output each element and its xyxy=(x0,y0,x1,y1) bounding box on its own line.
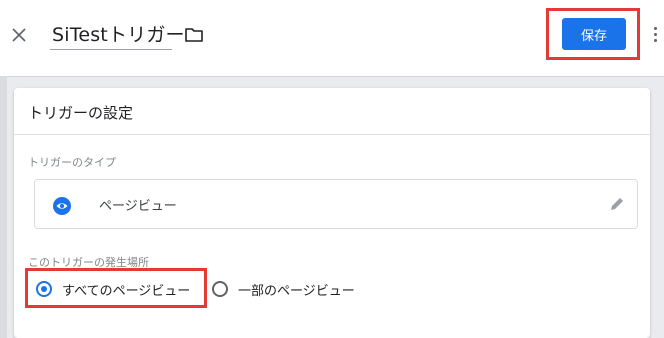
trigger-type-label: トリガーのタイプ xyxy=(28,156,116,169)
trigger-name[interactable]: SiTestトリガー xyxy=(52,20,185,47)
eye-icon xyxy=(53,197,71,215)
trigger-type-name: ページビュー xyxy=(99,199,177,214)
more-menu-button[interactable] xyxy=(650,22,660,46)
trigger-config-card: トリガーの設定 トリガーのタイプ ページビュー このトリガーの発生場所 すべての… xyxy=(14,88,650,338)
trigger-type-selector[interactable]: ページビュー xyxy=(34,179,638,229)
pencil-icon xyxy=(611,198,623,210)
more-dot xyxy=(653,32,657,36)
radio-unchecked-icon[interactable] xyxy=(212,281,228,297)
radio-some-label: 一部のページビュー xyxy=(238,283,355,299)
folder-button[interactable] xyxy=(184,26,204,44)
top-bar: SiTestトリガー 保存 xyxy=(0,0,664,77)
more-vert-icon xyxy=(653,26,657,30)
close-icon xyxy=(12,28,26,42)
save-button[interactable]: 保存 xyxy=(562,18,626,50)
radio-some-pageviews[interactable]: 一部のページビュー xyxy=(212,280,355,299)
radio-checked-icon[interactable] xyxy=(36,281,52,297)
card-header: トリガーの設定 xyxy=(14,88,650,135)
close-button[interactable] xyxy=(8,24,30,46)
card-title: トリガーの設定 xyxy=(28,104,134,122)
side-panel-edge xyxy=(0,76,7,338)
more-dot xyxy=(653,38,657,42)
title-underline xyxy=(50,49,172,50)
radio-all-label: すべてのページビュー xyxy=(62,283,191,299)
edit-button[interactable] xyxy=(607,194,627,214)
radio-all-pageviews[interactable]: すべてのページビュー xyxy=(36,280,191,299)
folder-icon xyxy=(185,28,203,42)
